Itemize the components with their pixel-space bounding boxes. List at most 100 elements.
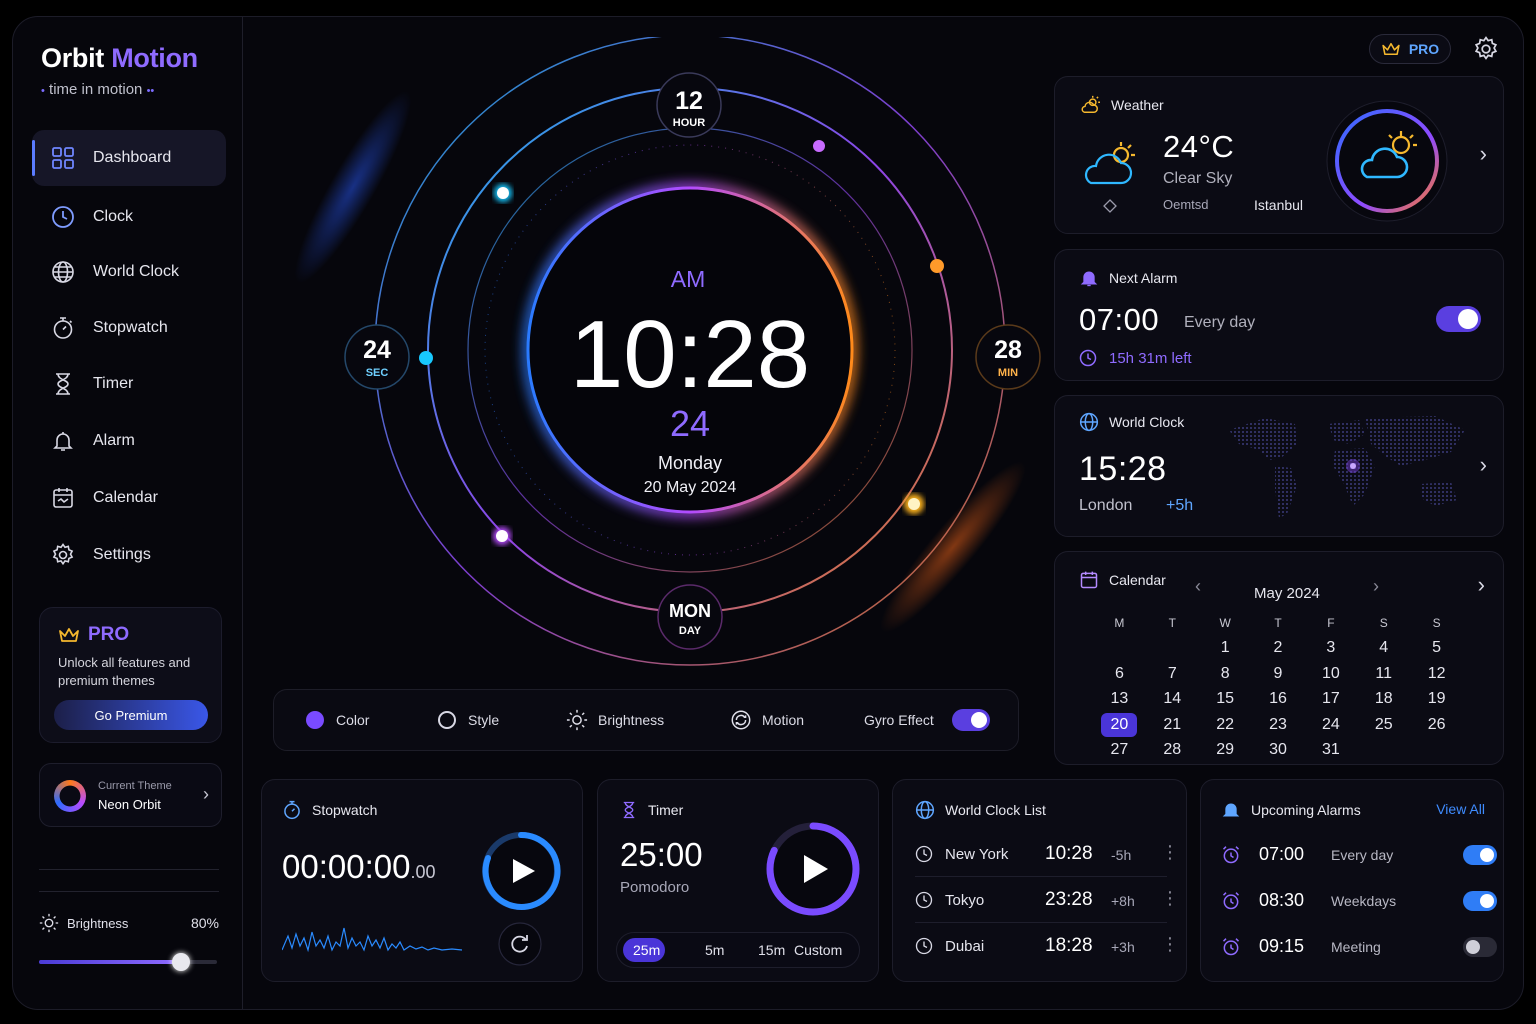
weather-title: Weather (1079, 95, 1164, 115)
calendar-day[interactable]: 13 (1093, 690, 1146, 708)
calendar-day[interactable]: 18 (1357, 690, 1410, 708)
next-alarm-card[interactable]: Next Alarm 07:00 Every day 15h 31m left (1054, 249, 1504, 381)
preset-5m[interactable]: 5m (705, 942, 724, 958)
calendar-day[interactable]: 20 (1093, 712, 1146, 737)
stopwatch-title-text: Stopwatch (312, 802, 378, 818)
calendar-day[interactable]: 29 (1199, 741, 1252, 759)
more-vertical-icon[interactable]: ⋮ (1161, 888, 1179, 909)
calendar-day[interactable]: 9 (1252, 665, 1305, 683)
chevron-right-icon: › (203, 784, 209, 804)
sidebar-item-alarm[interactable]: Alarm (32, 413, 226, 469)
sidebar-item-world-clock[interactable]: World Clock (32, 244, 226, 300)
weather-card[interactable]: Weather 24°C Clear Sky Oemtsd Istanbul › (1054, 76, 1504, 234)
calendar-week-row: 27 28 29 30 31 (1093, 738, 1463, 764)
calendar-day[interactable]: 15 (1199, 690, 1252, 708)
play-button[interactable] (480, 830, 562, 912)
clock-controls-bar: Color Style Brightness Motion Gyro Effec… (273, 689, 1019, 751)
sec-badge: 24 SEC (344, 324, 410, 390)
calendar-day-number: 19 (1427, 690, 1446, 708)
calendar-day[interactable]: 2 (1252, 639, 1305, 657)
calendar-day[interactable]: 17 (1304, 690, 1357, 708)
color-control[interactable]: Color (306, 711, 369, 729)
gear-icon[interactable] (1473, 36, 1499, 62)
calendar-weekday-row: MTWTFSS (1093, 610, 1463, 636)
day-badge: MON DAY (657, 584, 723, 650)
brightness-value: 80% (190, 915, 219, 931)
calendar-title-text: Calendar (1109, 572, 1166, 588)
calendar-day[interactable]: 14 (1146, 690, 1199, 708)
gyro-toggle[interactable] (951, 709, 990, 731)
chevron-right-icon[interactable]: › (1480, 452, 1487, 478)
calendar-day[interactable]: 1 (1199, 639, 1252, 657)
calendar-day[interactable]: 22 (1199, 716, 1252, 734)
chevron-right-icon[interactable]: › (1480, 141, 1487, 167)
calendar-day[interactable]: 21 (1146, 716, 1199, 734)
calendar-day[interactable]: 7 (1146, 665, 1199, 683)
sidebar-item-clock[interactable]: Clock (32, 189, 226, 245)
calendar-day[interactable]: 25 (1357, 716, 1410, 734)
brightness-control[interactable]: Brightness (566, 709, 664, 731)
calendar-weekday: T (1168, 615, 1176, 630)
calendar-day[interactable]: 4 (1357, 639, 1410, 657)
calendar-day[interactable]: 27 (1093, 741, 1146, 759)
view-all-link[interactable]: View All (1436, 801, 1485, 817)
current-theme-card[interactable]: Current Theme Neon Orbit › (39, 763, 222, 827)
timer-title: Timer (620, 800, 683, 820)
timer-play-button[interactable] (764, 820, 862, 918)
sidebar-item-dashboard[interactable]: Dashboard (32, 130, 226, 186)
preset-25m[interactable]: 25m (633, 942, 660, 958)
calendar-day[interactable]: 8 (1199, 665, 1252, 683)
calendar-day[interactable]: 11 (1357, 665, 1410, 683)
preset-custom[interactable]: Custom (794, 942, 842, 958)
sidebar-item-settings[interactable]: Settings (32, 527, 226, 583)
next-alarm-repeat: Every day (1184, 314, 1256, 331)
more-vertical-icon[interactable]: ⋮ (1161, 842, 1179, 863)
calendar-day[interactable]: 24 (1304, 716, 1357, 734)
brightness-control-label: Brightness (598, 712, 665, 728)
calendar-day[interactable]: 12 (1410, 665, 1463, 683)
preset-15m[interactable]: 15m (758, 942, 785, 958)
style-control[interactable]: Style (438, 711, 499, 729)
pro-badge[interactable]: PRO (1369, 34, 1451, 64)
calendar-day[interactable]: 28 (1146, 741, 1199, 759)
go-premium-button[interactable]: Go Premium (54, 700, 208, 730)
day-badge-value: MON (669, 601, 711, 621)
calendar-day[interactable]: 5 (1410, 639, 1463, 657)
world-row-time: 10:28 (1045, 843, 1093, 864)
slider-handle[interactable] (172, 953, 191, 971)
sidebar-item-calendar[interactable]: Calendar (32, 470, 226, 526)
world-clock-row[interactable]: Tokyo 23:28 +8h ⋮ (915, 886, 1179, 923)
calendar-day[interactable]: 30 (1252, 741, 1305, 759)
world-clock-row[interactable]: New York 10:28 -5h ⋮ (915, 840, 1179, 877)
timer-presets: 25m 5m 15m Custom (616, 932, 860, 968)
sidebar-item-timer[interactable]: Timer (32, 356, 226, 412)
weather-condition: Clear Sky (1163, 170, 1233, 187)
sidebar-item-stopwatch[interactable]: Stopwatch (32, 300, 226, 356)
world-row-time: 18:28 (1045, 935, 1093, 956)
stopwatch-title: Stopwatch (282, 800, 377, 820)
upcoming-alarms-card: Upcoming Alarms View All 07:00 Every day 0… (1200, 779, 1504, 982)
next-alarm-toggle[interactable] (1436, 306, 1481, 332)
alarm-label: Every day (1331, 847, 1394, 863)
calendar-day[interactable]: 31 (1304, 741, 1357, 759)
reset-button[interactable] (498, 922, 542, 966)
chevron-left-icon[interactable]: ‹ (1195, 576, 1201, 597)
alarm-toggle[interactable] (1463, 891, 1497, 911)
world-clock-row[interactable]: Dubai 18:28 +3h ⋮ (915, 932, 1179, 964)
more-vertical-icon[interactable]: ⋮ (1161, 934, 1179, 955)
alarm-toggle[interactable] (1463, 937, 1497, 957)
hourglass-icon (623, 801, 635, 819)
brightness-slider[interactable] (39, 953, 217, 971)
motion-control[interactable]: Motion (730, 709, 804, 731)
calendar-day[interactable]: 10 (1304, 665, 1357, 683)
chevron-right-icon[interactable]: › (1373, 576, 1379, 597)
calendar-day[interactable]: 19 (1410, 690, 1463, 708)
calendar-day[interactable]: 26 (1410, 716, 1463, 734)
calendar-day[interactable]: 16 (1252, 690, 1305, 708)
calendar-day[interactable]: 3 (1304, 639, 1357, 657)
world-clock-card[interactable]: World Clock 15:28 London +5h › (1054, 395, 1504, 537)
chevron-right-icon[interactable]: › (1478, 572, 1485, 598)
calendar-day[interactable]: 23 (1252, 716, 1305, 734)
calendar-day[interactable]: 6 (1093, 665, 1146, 683)
alarm-toggle[interactable] (1463, 845, 1497, 865)
